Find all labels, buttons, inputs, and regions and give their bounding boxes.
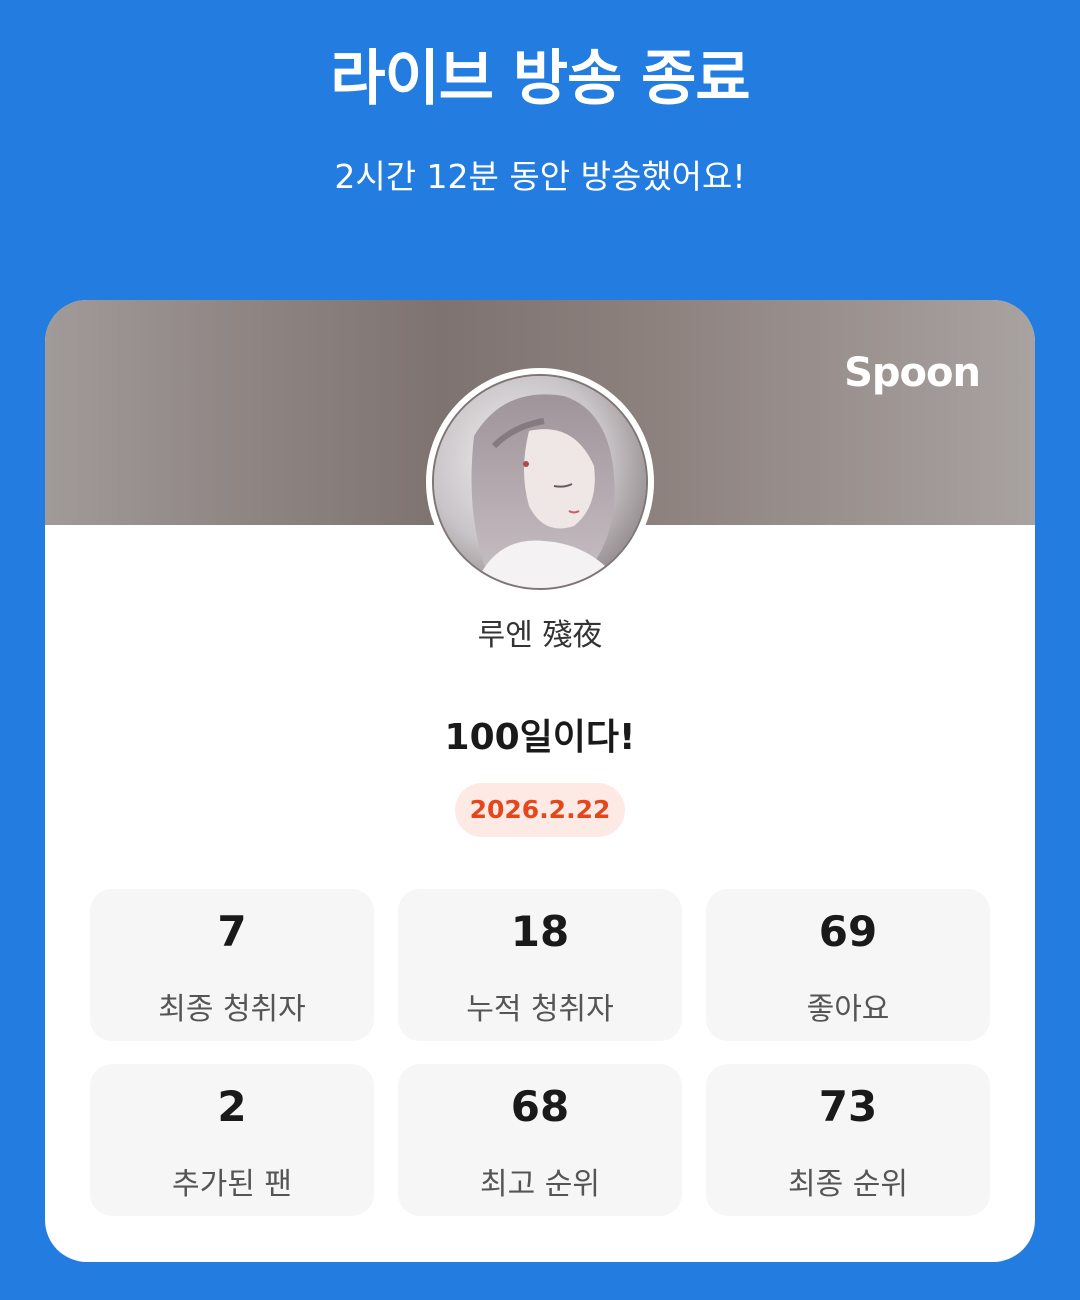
stat-value: 18 xyxy=(510,907,570,956)
stat-label: 최종 순위 xyxy=(788,1167,908,1202)
stat-label: 최종 청취자 xyxy=(158,992,306,1027)
live-title: 100일이다! xyxy=(444,717,636,758)
stat-total-listeners: 18 누적 청취자 xyxy=(398,889,682,1041)
stat-label: 좋아요 xyxy=(806,992,890,1027)
avatar[interactable] xyxy=(426,368,654,596)
stat-best-rank: 68 최고 순위 xyxy=(398,1064,682,1216)
broadcast-summary-card: Spoon 루엔 殘夜 100일이다! 2026.2.22 7 최종 청취자 1… xyxy=(45,300,1035,1262)
dj-nickname: 루엔 殘夜 xyxy=(477,618,603,653)
spoon-logo: Spoon xyxy=(844,350,981,396)
stat-final-listeners: 7 최종 청취자 xyxy=(90,889,374,1041)
avatar-illustration-icon xyxy=(434,376,646,588)
page-title: 라이브 방송 종료 xyxy=(330,44,750,114)
avatar-image xyxy=(432,374,648,590)
broadcast-date-badge: 2026.2.22 xyxy=(455,783,625,837)
broadcast-duration-text: 2시간 12분 동안 방송했어요! xyxy=(334,157,746,196)
stat-new-fans: 2 추가된 팬 xyxy=(90,1064,374,1216)
stat-value: 2 xyxy=(217,1082,247,1131)
stat-likes: 69 좋아요 xyxy=(706,889,990,1041)
stat-label: 추가된 팬 xyxy=(172,1167,292,1202)
stat-value: 69 xyxy=(818,907,878,956)
stat-label: 최고 순위 xyxy=(480,1167,600,1202)
stat-final-rank: 73 최종 순위 xyxy=(706,1064,990,1216)
stat-value: 7 xyxy=(217,907,247,956)
stat-value: 73 xyxy=(818,1082,878,1131)
stat-label: 누적 청취자 xyxy=(466,992,614,1027)
stat-value: 68 xyxy=(510,1082,570,1131)
